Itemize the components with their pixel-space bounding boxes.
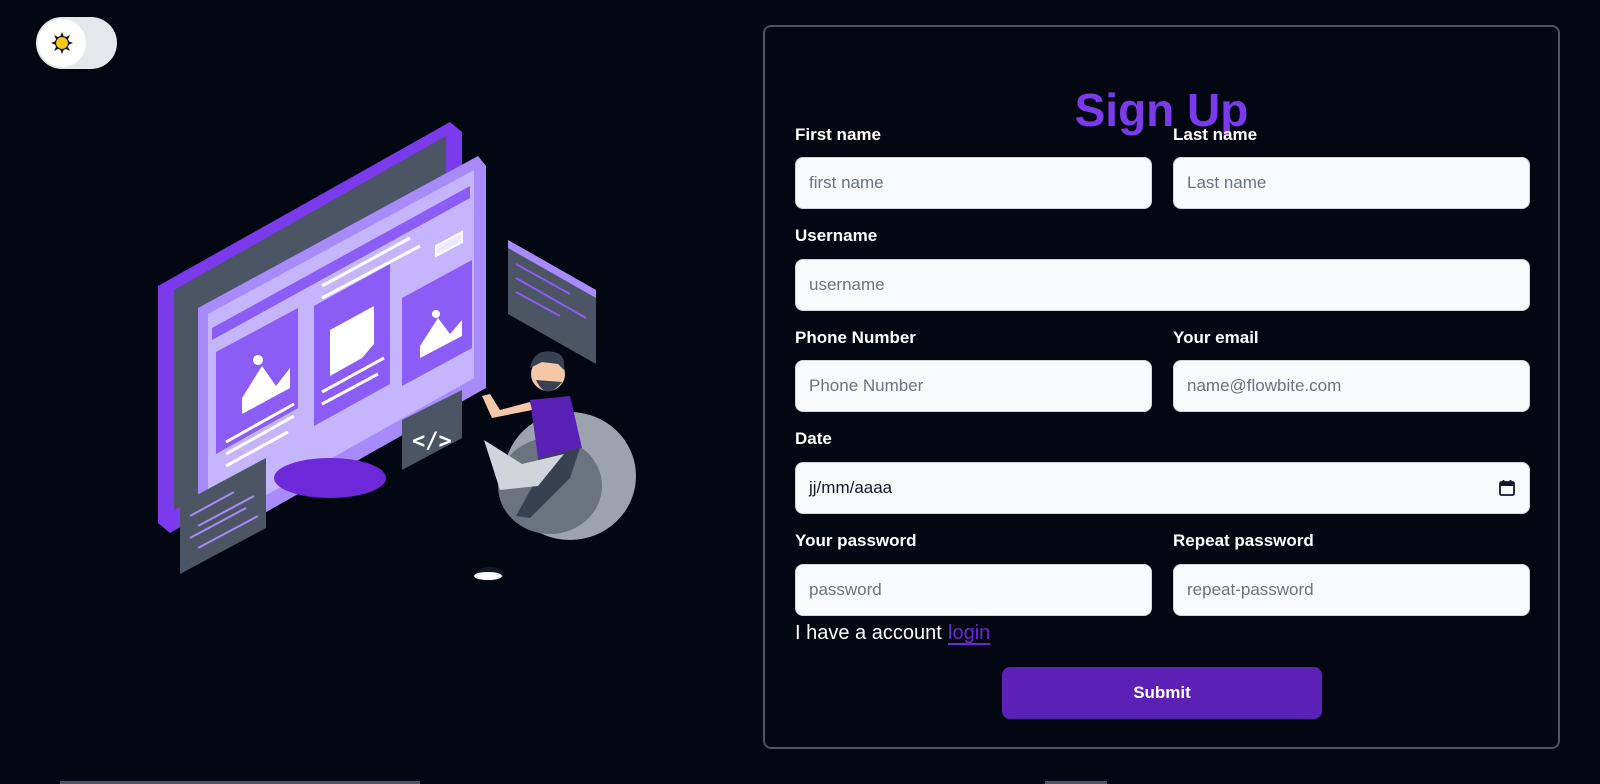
- image-sun-right: [432, 310, 440, 318]
- repeat-password-label: Repeat password: [1173, 531, 1314, 550]
- password-label: Your password: [795, 531, 917, 550]
- developer-illustration: </>: [158, 122, 636, 581]
- email-label: Your email: [1173, 328, 1259, 347]
- repeat-password-input[interactable]: [1173, 564, 1530, 616]
- password-input[interactable]: [795, 564, 1152, 616]
- code-panel-right: [508, 240, 596, 364]
- person-arm: [482, 394, 532, 418]
- first-name-label: First name: [795, 125, 881, 144]
- account-prompt: I have a account: [795, 622, 942, 644]
- email-input[interactable]: [1173, 360, 1530, 412]
- theme-toggle[interactable]: [36, 17, 117, 69]
- sun-icon: [51, 32, 73, 54]
- monitor-stand: [274, 458, 386, 498]
- person-beard: [536, 380, 562, 392]
- username-label: Username: [795, 226, 878, 245]
- last-name-label: Last name: [1173, 125, 1258, 144]
- last-name-input[interactable]: [1173, 157, 1530, 209]
- theme-toggle-knob: [38, 19, 86, 67]
- calendar-icon[interactable]: [1498, 479, 1516, 497]
- login-link[interactable]: login: [948, 620, 990, 646]
- person-shirt: [530, 396, 582, 458]
- username-input[interactable]: [795, 259, 1530, 311]
- date-input[interactable]: jj/mm/aaaa: [795, 462, 1530, 514]
- phone-number-label: Phone Number: [795, 328, 916, 347]
- person-shoe-sole: [474, 572, 502, 580]
- image-sun-left: [253, 355, 263, 365]
- first-name-input[interactable]: [795, 157, 1152, 209]
- code-tag-symbol: </>: [412, 429, 452, 454]
- date-label: Date: [795, 429, 832, 448]
- submit-button[interactable]: Submit: [1002, 667, 1322, 719]
- phone-number-input[interactable]: [795, 360, 1152, 412]
- date-input-value: jj/mm/aaaa: [809, 478, 893, 497]
- page-title: Sign Up: [1074, 84, 1249, 136]
